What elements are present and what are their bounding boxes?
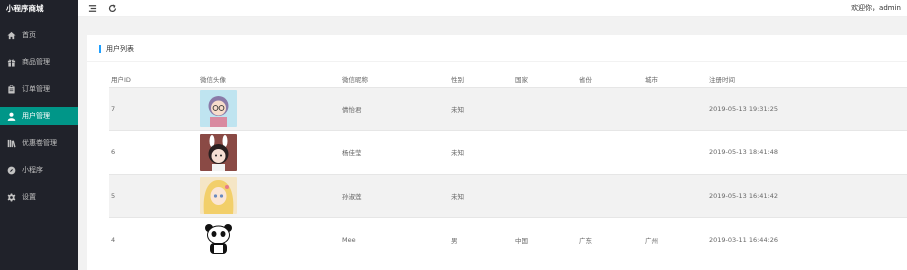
cell-city: 广州 <box>643 217 707 261</box>
cell-country: 中国 <box>513 217 577 261</box>
menu-toggle-icon[interactable] <box>87 3 98 14</box>
table-row[interactable]: 7 倩怡君 未知 2019-05-13 19:31:25 <box>109 86 907 131</box>
sidebar-item-label: 用户管理 <box>22 112 50 120</box>
col-header-nickname[interactable]: 微信昵称 <box>340 71 449 87</box>
cell-id: 6 <box>109 130 198 174</box>
sidebar-item-products[interactable]: 商品管理 <box>0 53 78 71</box>
sidebar-item-coupons[interactable]: 优惠卷管理 <box>0 134 78 152</box>
cell-country <box>513 86 577 131</box>
cell-avatar <box>198 86 340 131</box>
cell-avatar <box>198 217 340 261</box>
col-header-registered[interactable]: 注册时间 <box>707 71 907 87</box>
sidebar-item-label: 首页 <box>22 31 36 39</box>
cell-city <box>643 130 707 174</box>
col-header-province[interactable]: 省份 <box>577 71 643 87</box>
home-icon <box>6 30 16 40</box>
cell-gender: 未知 <box>449 86 513 131</box>
sidebar-item-miniprogram[interactable]: 小程序 <box>0 161 78 179</box>
cell-registered: 2019-05-13 16:41:42 <box>707 173 907 218</box>
brand-title: 小程序商城 <box>6 4 44 13</box>
table-row[interactable]: 4 Mee 男 中国 广东 广州 2019-03-11 16:44:26 <box>109 217 907 261</box>
col-header-avatar[interactable]: 微信头像 <box>198 71 340 87</box>
user-list-card: 用户列表 用户ID 微信头像 微信昵称 性别 国家 省份 城市 注册时间 7 倩… <box>87 35 907 270</box>
cell-avatar <box>198 130 340 174</box>
sidebar-item-home[interactable]: 首页 <box>0 26 78 44</box>
card-title: 用户列表 <box>106 45 134 53</box>
avatar <box>200 221 237 258</box>
table-header-row: 用户ID 微信头像 微信昵称 性别 国家 省份 城市 注册时间 <box>109 71 907 87</box>
cell-nickname: 杨佳莹 <box>340 130 449 174</box>
divider <box>87 61 907 62</box>
sidebar-item-label: 订单管理 <box>22 85 50 93</box>
col-header-city[interactable]: 城市 <box>643 71 707 87</box>
top-header: 欢迎你，admin <box>78 0 907 17</box>
title-accent-bar <box>99 45 101 53</box>
cell-id: 7 <box>109 86 198 131</box>
cell-country <box>513 173 577 218</box>
sidebar-item-orders[interactable]: 订单管理 <box>0 80 78 98</box>
sidebar-item-label: 设置 <box>22 193 36 201</box>
cell-registered: 2019-05-13 18:41:48 <box>707 130 907 174</box>
cell-registered: 2019-05-13 19:31:25 <box>707 86 907 131</box>
cell-registered: 2019-03-11 16:44:26 <box>707 217 907 261</box>
sidebar-item-label: 小程序 <box>22 166 43 174</box>
cell-country <box>513 130 577 174</box>
cell-province: 广东 <box>577 217 643 261</box>
col-header-country[interactable]: 国家 <box>513 71 577 87</box>
cell-gender: 未知 <box>449 173 513 218</box>
gear-icon <box>6 192 16 202</box>
cell-province <box>577 173 643 218</box>
welcome-text: 欢迎你，admin <box>851 4 901 12</box>
table-row[interactable]: 6 杨佳莹 未知 2019-05-13 18:41:48 <box>109 130 907 174</box>
user-icon <box>6 111 16 121</box>
clipboard-icon <box>6 84 16 94</box>
sidebar-item-label: 优惠卷管理 <box>22 139 57 147</box>
sidebar-item-users[interactable]: 用户管理 <box>0 107 78 125</box>
cell-city <box>643 86 707 131</box>
avatar <box>200 177 237 215</box>
cell-id: 4 <box>109 217 198 261</box>
avatar <box>200 133 237 171</box>
sidebar: 小程序商城 首页 商品管理 订单管理 用户管理 优惠卷管理 小程序 设置 <box>0 0 78 270</box>
sidebar-item-settings[interactable]: 设置 <box>0 188 78 206</box>
card-header: 用户列表 <box>99 44 134 54</box>
cell-nickname: Mee <box>340 217 449 261</box>
books-icon <box>6 138 16 148</box>
cell-province <box>577 130 643 174</box>
avatar <box>200 90 237 128</box>
cell-avatar <box>198 173 340 218</box>
table-row[interactable]: 5 孙淑莲 未知 2019-05-13 16:41:42 <box>109 173 907 218</box>
cell-province <box>577 86 643 131</box>
cell-nickname: 倩怡君 <box>340 86 449 131</box>
sidebar-item-label: 商品管理 <box>22 58 50 66</box>
gift-icon <box>6 57 16 67</box>
cell-city <box>643 173 707 218</box>
user-table: 用户ID 微信头像 微信昵称 性别 国家 省份 城市 注册时间 7 倩怡君 未知… <box>109 71 907 261</box>
compass-icon <box>6 165 16 175</box>
col-header-gender[interactable]: 性别 <box>449 71 513 87</box>
refresh-icon[interactable] <box>107 3 118 14</box>
cell-gender: 未知 <box>449 130 513 174</box>
col-header-id[interactable]: 用户ID <box>109 71 198 87</box>
cell-id: 5 <box>109 173 198 218</box>
cell-nickname: 孙淑莲 <box>340 173 449 218</box>
cell-gender: 男 <box>449 217 513 261</box>
